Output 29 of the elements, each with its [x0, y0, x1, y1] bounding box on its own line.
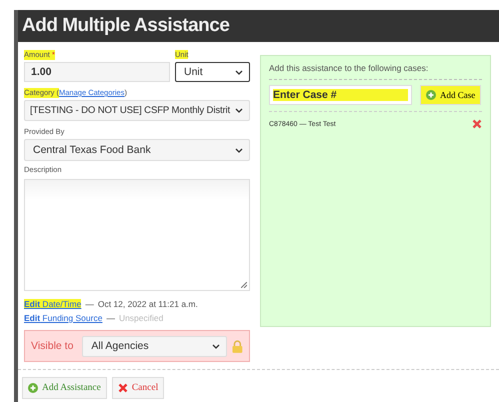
amount-field[interactable]: 1.00	[24, 62, 170, 82]
separator-dash: —	[106, 313, 115, 323]
plus-icon	[28, 383, 38, 393]
caret-icon	[235, 70, 243, 74]
date-value: Oct 12, 2022 at 11:21 a.m.	[98, 299, 198, 309]
funding-value: Unspecified	[118, 313, 164, 323]
edit-date-link[interactable]: Edit Date/Time	[24, 299, 82, 309]
caret-icon	[235, 148, 243, 152]
resize-grip-icon	[241, 282, 247, 288]
remove-case-button[interactable]	[472, 119, 482, 129]
case-number-field[interactable]: Enter Case #	[269, 85, 412, 105]
plus-icon	[426, 90, 436, 100]
dialog-title: Add Multiple Assistance	[18, 10, 499, 42]
description-field[interactable]	[24, 179, 250, 291]
provider-select[interactable]: Central Texas Food Bank	[24, 139, 250, 161]
caret-icon	[235, 108, 243, 113]
add-case-button[interactable]: Add Case	[420, 85, 482, 105]
close-icon	[118, 383, 128, 393]
unit-select[interactable]: Unit	[175, 62, 250, 82]
visible-to-label: Visible to	[31, 340, 74, 352]
cancel-button[interactable]: Cancel	[112, 377, 164, 399]
cases-heading: Add this assistance to the following cases:	[269, 63, 482, 80]
add-assistance-button[interactable]: Add Assistance	[22, 377, 107, 399]
visibility-select[interactable]: All Agencies	[82, 336, 228, 356]
separator-dash: —	[85, 299, 94, 309]
edit-funding-link[interactable]: Edit Funding Source	[24, 313, 102, 323]
close-icon	[472, 119, 482, 129]
caret-icon	[212, 344, 220, 348]
category-select[interactable]: [TESTING - DO NOT USE] CSFP Monthly Distrit	[24, 100, 250, 121]
